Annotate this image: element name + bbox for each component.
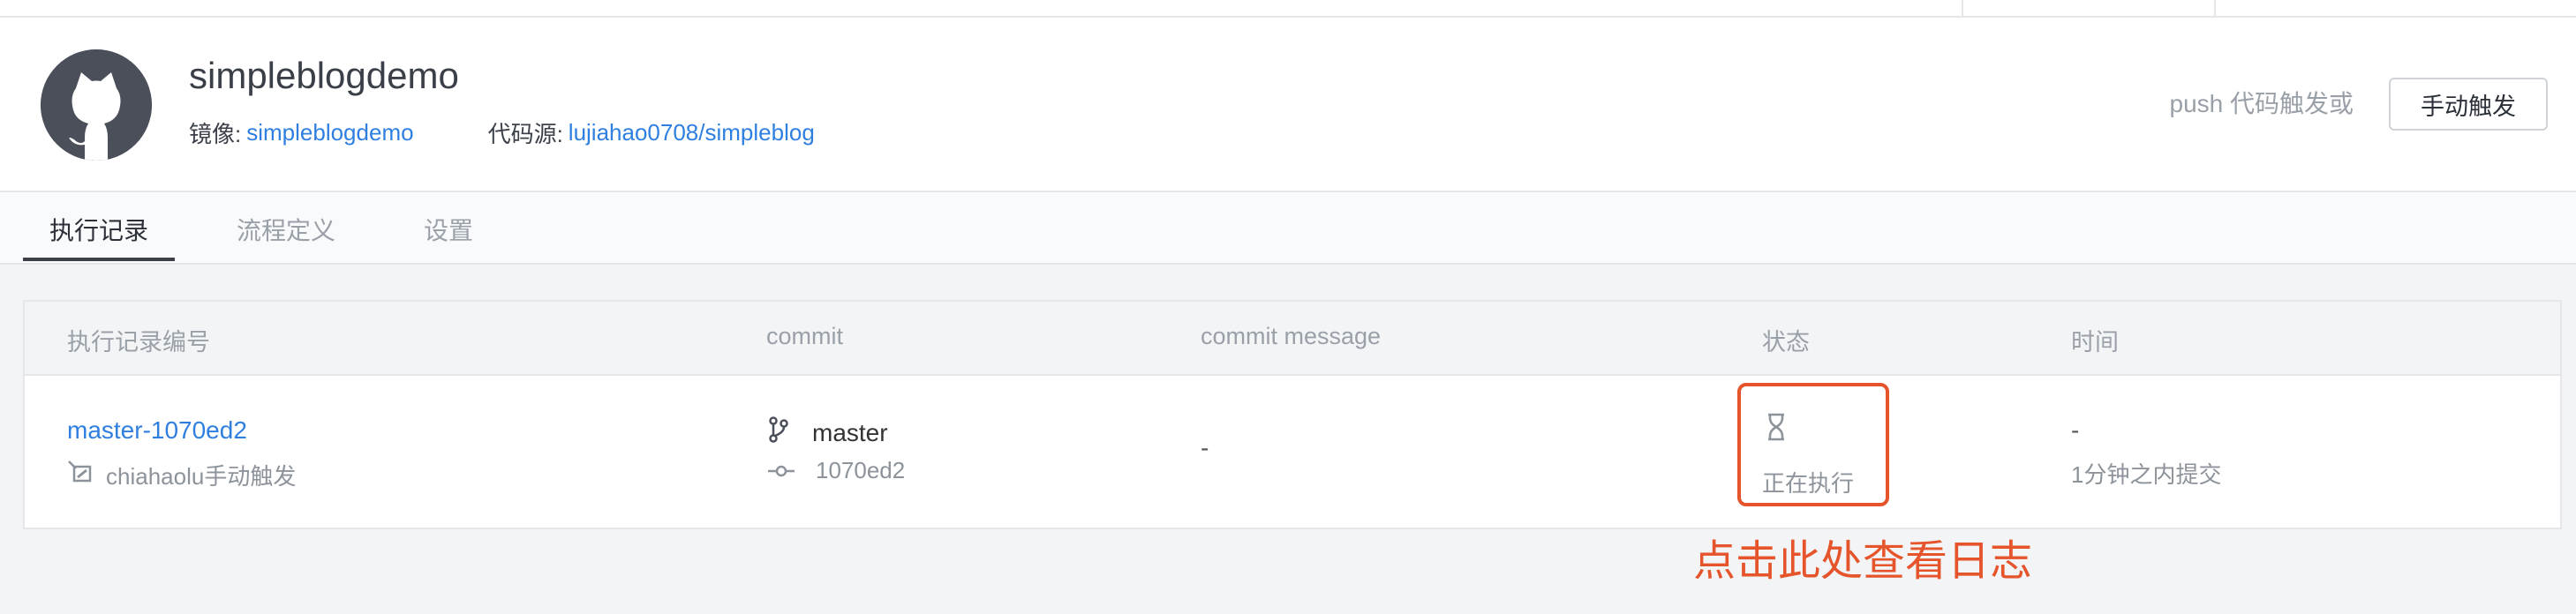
time-value: - <box>2071 416 2080 444</box>
execution-records-table: 执行记录编号 commit commit message 状态 时间 maste… <box>23 300 2562 529</box>
github-logo-icon <box>41 49 152 161</box>
triggered-by-text: chiahaolu手动触发 <box>106 463 297 490</box>
commit-hash: 1070ed2 <box>816 457 906 483</box>
run-id-link[interactable]: master-1070ed2 <box>67 416 247 445</box>
image-link[interactable]: simpleblogdemo <box>246 119 413 146</box>
active-tab-indicator <box>23 258 175 261</box>
column-header-status: 状态 <box>1762 329 1810 356</box>
tab-bar: 执行记录 流程定义 设置 <box>0 192 2576 265</box>
project-meta: 镜像: simpleblogdemo 代码源: lujiahao0708/sim… <box>189 116 815 149</box>
trigger-hint: push 代码触发或 <box>2169 90 2354 117</box>
tab-pipeline-definition[interactable]: 流程定义 <box>237 212 335 247</box>
branch-name: master <box>812 418 888 446</box>
annotation-view-logs: 点击此处查看日志 <box>1693 538 2033 585</box>
git-branch-icon <box>768 416 789 449</box>
top-strip-divider <box>1962 0 1963 16</box>
triggered-by: chiahaolu手动触发 <box>67 459 296 491</box>
git-commit-icon <box>768 457 795 484</box>
table-header: 执行记录编号 commit commit message 状态 时间 <box>25 302 2560 376</box>
commit-message: - <box>1201 434 1209 461</box>
source-repo-link[interactable]: lujiahao0708/simpleblog <box>569 119 815 146</box>
tab-execution-records[interactable]: 执行记录 <box>49 212 148 247</box>
column-header-run-id: 执行记录编号 <box>67 329 210 356</box>
hourglass-icon[interactable] <box>1766 413 1787 446</box>
top-strip-divider <box>2214 0 2216 16</box>
commit-branch: master <box>768 416 888 449</box>
manual-trigger-icon <box>67 460 95 490</box>
status-text[interactable]: 正在执行 <box>1762 466 1854 498</box>
manual-trigger-button[interactable]: 手动触发 <box>2389 78 2548 131</box>
project-header: simpleblogdemo 镜像: simpleblogdemo 代码源: l… <box>0 18 2576 192</box>
source-label: 代码源: <box>487 121 563 147</box>
column-header-commit-message: commit message <box>1201 323 1382 349</box>
time-detail: 1分钟之内提交 <box>2071 461 2222 488</box>
tab-settings[interactable]: 设置 <box>424 212 473 247</box>
commit-hash-cell: 1070ed2 <box>768 457 905 484</box>
image-label: 镜像: <box>189 121 242 147</box>
column-header-time: 时间 <box>2071 329 2119 356</box>
project-title: simpleblogdemo <box>189 55 459 96</box>
column-header-commit: commit <box>766 323 843 349</box>
top-strip <box>0 0 2576 18</box>
